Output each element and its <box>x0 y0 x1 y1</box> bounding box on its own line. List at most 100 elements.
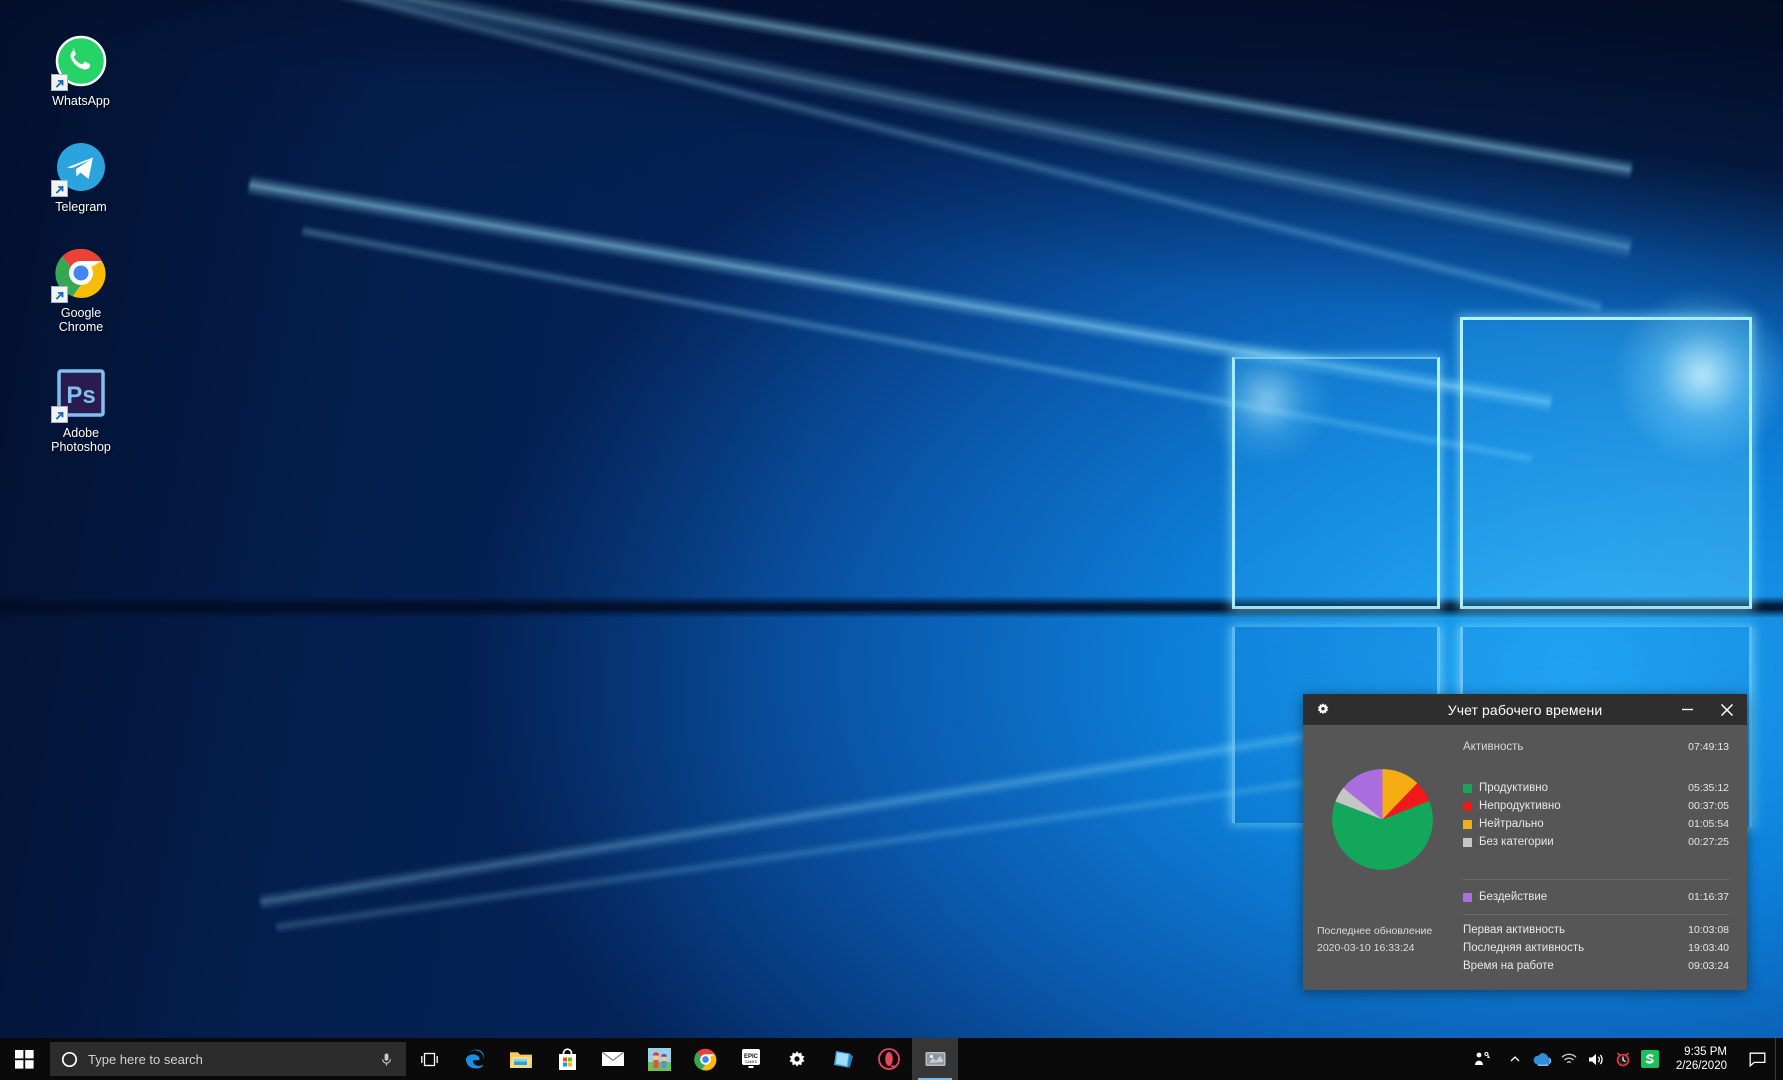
taskbar-clock[interactable]: 9:35 PM 2/26/2020 <box>1664 1038 1739 1080</box>
stat-row-first-activity: Первая активность 10:03:08 <box>1463 921 1729 939</box>
taskbar-item-epic-games[interactable]: EPIC GAMES <box>728 1038 774 1080</box>
desktop-icon-label: Telegram <box>55 200 107 214</box>
gear-icon[interactable] <box>1303 694 1343 725</box>
clock-time: 9:35 PM <box>1684 1046 1727 1058</box>
legend-row-neutral: Нейтрально 01:05:54 <box>1463 815 1729 833</box>
legend-swatch <box>1463 819 1472 829</box>
desktop-icon-google-chrome[interactable]: Google Chrome <box>28 246 134 334</box>
stat-row-last-activity: Последняя активность 19:03:40 <box>1463 939 1729 957</box>
legend-row-unproductive: Непродуктивно 00:37:05 <box>1463 797 1729 815</box>
last-update-label: Последнее обновление <box>1317 925 1433 937</box>
system-tray: 9:35 PM 2/26/2020 <box>1462 1038 1783 1080</box>
start-button[interactable] <box>0 1038 48 1080</box>
taskbar-item-google-chrome[interactable] <box>682 1038 728 1080</box>
legend-swatch <box>1463 837 1472 847</box>
category-legend: Продуктивно 05:35:12 Непродуктивно 00:37… <box>1463 779 1729 851</box>
desktop-icon-label: Google Chrome <box>58 306 104 334</box>
last-update-value: 2020-03-10 16:33:24 <box>1317 942 1415 954</box>
telegram-icon <box>51 140 108 197</box>
show-hidden-icons-chevron-up-icon[interactable] <box>1502 1038 1529 1080</box>
taskbar-item-task-view[interactable] <box>406 1038 452 1080</box>
people-icon[interactable] <box>1462 1038 1502 1080</box>
desktop-icon-list: WhatsApp Telegram Google Chrome Ps Adobe… <box>28 34 148 486</box>
volume-icon[interactable] <box>1583 1038 1610 1080</box>
onedrive-icon[interactable] <box>1529 1038 1556 1080</box>
pie-chart-svg <box>1331 769 1433 870</box>
activity-label: Активность <box>1463 741 1524 753</box>
divider <box>1463 914 1729 915</box>
close-button[interactable] <box>1707 694 1747 725</box>
divider <box>1463 879 1729 880</box>
taskbar-item-microsoft-store[interactable] <box>544 1038 590 1080</box>
legend-row-idle: Бездействие 01:16:37 <box>1463 888 1729 906</box>
cortana-icon <box>50 1051 88 1068</box>
legend-value: 01:05:54 <box>1688 818 1729 830</box>
window-title-bar[interactable]: Учет рабочего времени <box>1303 694 1747 725</box>
window-controls <box>1667 694 1747 725</box>
stat-label: Первая активность <box>1463 924 1565 936</box>
legend-row-uncategorized: Без категории 00:27:25 <box>1463 833 1729 851</box>
shortcut-arrow-icon <box>51 286 68 303</box>
taskbar-item-microsoft-edge[interactable] <box>452 1038 498 1080</box>
windows-logo-glow <box>1612 285 1783 465</box>
action-center-icon[interactable] <box>1739 1038 1775 1080</box>
activity-value: 07:49:13 <box>1688 741 1729 753</box>
stat-label: Последняя активность <box>1463 942 1585 954</box>
taskbar-item-game-app[interactable] <box>636 1038 682 1080</box>
desktop-icon-adobe-photoshop[interactable]: Ps Adobe Photoshop <box>28 366 134 454</box>
legend-swatch <box>1463 783 1472 793</box>
windows-logo-glow <box>1202 335 1332 465</box>
svg-text:Ps: Ps <box>66 382 95 409</box>
idle-section: Бездействие 01:16:37 <box>1463 871 1729 923</box>
shortcut-arrow-icon <box>51 406 68 423</box>
taskbar[interactable]: Type here to search EPIC GAMES 9:35 PM 2… <box>0 1038 1783 1080</box>
stat-row-time-at-work: Время на работе 09:03:24 <box>1463 957 1729 975</box>
show-desktop-button[interactable] <box>1775 1038 1783 1080</box>
desktop-icon-telegram[interactable]: Telegram <box>28 140 134 214</box>
microphone-icon[interactable] <box>366 1052 406 1067</box>
whatsapp-icon <box>51 34 108 91</box>
svg-text:GAMES: GAMES <box>745 1060 758 1064</box>
legend-value: 05:35:12 <box>1688 782 1729 794</box>
shortcut-arrow-icon <box>51 74 68 91</box>
network-wifi-icon[interactable] <box>1556 1038 1583 1080</box>
taskbar-item-opera[interactable] <box>866 1038 912 1080</box>
legend-label: Нейтрально <box>1479 818 1544 830</box>
taskbar-item-time-tracker[interactable] <box>912 1038 958 1080</box>
legend-value: 00:37:05 <box>1688 800 1729 812</box>
legend-row-productive: Продуктивно 05:35:12 <box>1463 779 1729 797</box>
stat-label: Время на работе <box>1463 960 1554 972</box>
taskbar-item-sticky-notes[interactable] <box>820 1038 866 1080</box>
time-tracker-window[interactable]: Учет рабочего времени Активность 07:49:1… <box>1303 694 1747 990</box>
google-chrome-icon <box>51 246 108 303</box>
taskbar-item-file-explorer[interactable] <box>498 1038 544 1080</box>
green-app-icon[interactable] <box>1637 1038 1664 1080</box>
desktop-icon-label: WhatsApp <box>52 94 110 108</box>
legend-swatch <box>1463 801 1472 811</box>
legend-label: Без категории <box>1479 836 1554 848</box>
search-input[interactable]: Type here to search <box>50 1042 406 1076</box>
alarm-clock-icon[interactable] <box>1610 1038 1637 1080</box>
legend-value: 01:16:37 <box>1688 891 1729 903</box>
stat-value: 09:03:24 <box>1688 960 1729 972</box>
adobe-photoshop-icon: Ps <box>51 366 108 423</box>
activity-summary-row: Активность 07:49:13 <box>1463 741 1729 753</box>
desktop-icon-label: Adobe Photoshop <box>51 426 111 454</box>
legend-label: Бездействие <box>1479 891 1548 903</box>
minimize-button[interactable] <box>1667 694 1707 725</box>
desktop[interactable]: WhatsApp Telegram Google Chrome Ps Adobe… <box>0 0 1783 1080</box>
legend-label: Продуктивно <box>1479 782 1548 794</box>
window-body: Активность 07:49:13 Продуктивно 05:35:12… <box>1303 725 1747 990</box>
shortcut-arrow-icon <box>51 180 68 197</box>
taskbar-item-settings[interactable] <box>774 1038 820 1080</box>
taskbar-item-mail[interactable] <box>590 1038 636 1080</box>
stat-value: 10:03:08 <box>1688 924 1729 936</box>
last-update-block: Последнее обновление 2020-03-10 16:33:24 <box>1317 923 1457 957</box>
activity-pie-chart <box>1317 767 1447 897</box>
work-stats: Первая активность 10:03:08 Последняя акт… <box>1463 921 1729 975</box>
stat-value: 19:03:40 <box>1688 942 1729 954</box>
desktop-icon-whatsapp[interactable]: WhatsApp <box>28 34 134 108</box>
search-placeholder-text: Type here to search <box>88 1051 203 1067</box>
legend-label: Непродуктивно <box>1479 800 1561 812</box>
legend-value: 00:27:25 <box>1688 836 1729 848</box>
